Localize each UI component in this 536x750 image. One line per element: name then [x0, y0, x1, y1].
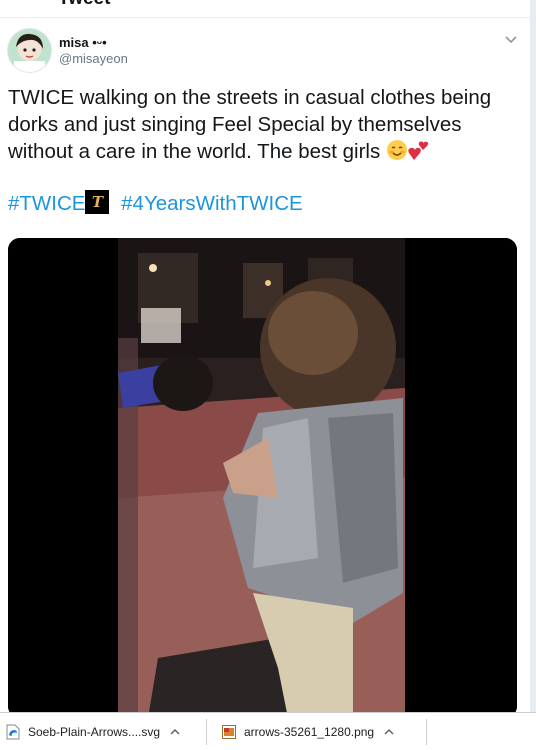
- display-name[interactable]: misa •ᵕ•: [59, 35, 107, 50]
- download-filename: Soeb-Plain-Arrows....svg: [28, 724, 161, 739]
- hashtag-4yearswithtwice[interactable]: #4YearsWithTWICE: [121, 192, 303, 215]
- chevron-up-icon[interactable]: [384, 727, 394, 737]
- divider: [206, 719, 207, 745]
- download-item[interactable]: Soeb-Plain-Arrows....svg: [6, 713, 180, 750]
- hashtags: #TWICE T #4YearsWithTWICE: [8, 190, 311, 217]
- tweet-card: Tweet misa •ᵕ• @misayeon TWICE walking o…: [0, 0, 531, 712]
- hashtag-twice[interactable]: #TWICE: [8, 192, 85, 215]
- user-handle[interactable]: @misayeon: [59, 51, 128, 66]
- page-title: Tweet: [58, 0, 110, 10]
- chevron-down-icon[interactable]: [502, 30, 520, 48]
- edge-svg-file-icon: [6, 724, 20, 739]
- smiling-face-emoji: [386, 139, 408, 168]
- image-file-icon: [222, 724, 236, 739]
- chevron-up-icon[interactable]: [170, 727, 180, 737]
- video-player[interactable]: [8, 238, 517, 712]
- tweet-header-strip: Tweet: [0, 0, 530, 18]
- twice-hashflag-icon: T: [85, 190, 110, 214]
- download-item[interactable]: arrows-35261_1280.png: [222, 713, 394, 750]
- downloads-bar: Soeb-Plain-Arrows....svg arrows-35261_12…: [0, 712, 536, 750]
- divider: [426, 719, 427, 745]
- two-hearts-emoji: [408, 139, 430, 168]
- avatar[interactable]: [7, 28, 52, 73]
- tweet-text: TWICE walking on the streets in casual c…: [8, 84, 508, 168]
- download-filename: arrows-35261_1280.png: [244, 724, 375, 739]
- video-frame: [8, 238, 517, 712]
